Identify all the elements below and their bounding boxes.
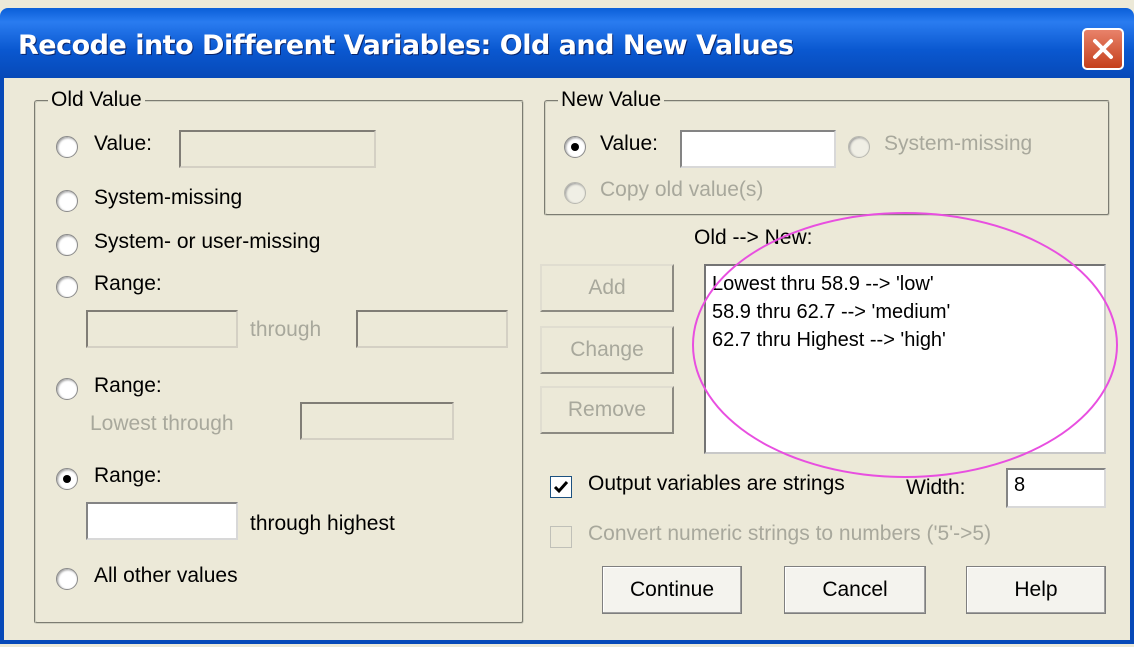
range-radio-3[interactable] (56, 468, 78, 490)
copy-old-label: Copy old value(s) (600, 178, 764, 201)
close-button[interactable] (1082, 28, 1124, 70)
through-label: through (250, 318, 322, 341)
range-to-input[interactable] (356, 310, 508, 348)
close-icon (1093, 39, 1113, 59)
list-item[interactable]: Lowest thru 58.9 --> 'low' (712, 270, 1098, 298)
new-value-radio[interactable] (564, 136, 586, 158)
range-label-3: Range: (94, 464, 162, 487)
copy-old-radio[interactable] (564, 182, 586, 204)
new-value-input[interactable] (680, 130, 836, 168)
old-value-label: Value: (94, 132, 152, 155)
range-label-1: Range: (94, 272, 162, 295)
convert-numeric-checkbox[interactable] (550, 526, 572, 548)
through-highest-input[interactable] (86, 502, 238, 540)
width-input[interactable]: 8 (1006, 468, 1106, 508)
old-value-radio[interactable] (56, 136, 78, 158)
old-value-group: Old Value (34, 88, 524, 624)
old-value-legend: Old Value (48, 88, 145, 112)
dialog-body: Old Value Value: System-missing System- … (0, 78, 1134, 644)
add-button[interactable]: Add (540, 264, 674, 312)
old-new-header: Old --> New: (694, 226, 813, 249)
continue-button[interactable]: Continue (602, 566, 742, 614)
check-icon (553, 481, 569, 494)
system-missing-label: System-missing (94, 186, 243, 209)
range-from-input[interactable] (86, 310, 238, 348)
change-button[interactable]: Change (540, 326, 674, 374)
new-value-legend: New Value (558, 88, 664, 112)
sys-user-missing-label: System- or user-missing (94, 230, 321, 253)
output-strings-label: Output variables are strings (588, 472, 845, 495)
new-system-missing-radio[interactable] (848, 136, 870, 158)
new-value-label: Value: (600, 132, 658, 155)
window-title: Recode into Different Variables: Old and… (18, 30, 794, 61)
sys-user-missing-radio[interactable] (56, 234, 78, 256)
new-system-missing-label: System-missing (884, 132, 1033, 155)
output-strings-checkbox[interactable] (550, 476, 572, 498)
cancel-button[interactable]: Cancel (784, 566, 926, 614)
system-missing-radio[interactable] (56, 190, 78, 212)
lowest-through-input[interactable] (300, 402, 454, 440)
list-item[interactable]: 62.7 thru Highest --> 'high' (712, 326, 1098, 354)
range-radio-1[interactable] (56, 276, 78, 298)
convert-numeric-label: Convert numeric strings to numbers ('5'-… (588, 522, 992, 545)
old-value-input[interactable] (179, 130, 376, 168)
list-item[interactable]: 58.9 thru 62.7 --> 'medium' (712, 298, 1098, 326)
all-other-radio[interactable] (56, 568, 78, 590)
width-label: Width: (906, 476, 966, 499)
remove-button[interactable]: Remove (540, 386, 674, 434)
old-new-listbox[interactable]: Lowest thru 58.9 --> 'low' 58.9 thru 62.… (704, 264, 1106, 454)
through-highest-label: through highest (250, 512, 395, 535)
help-button[interactable]: Help (966, 566, 1106, 614)
lowest-through-label: Lowest through (90, 412, 234, 435)
title-bar: Recode into Different Variables: Old and… (0, 8, 1134, 78)
range-radio-2[interactable] (56, 378, 78, 400)
all-other-label: All other values (94, 564, 238, 587)
range-label-2: Range: (94, 374, 162, 397)
